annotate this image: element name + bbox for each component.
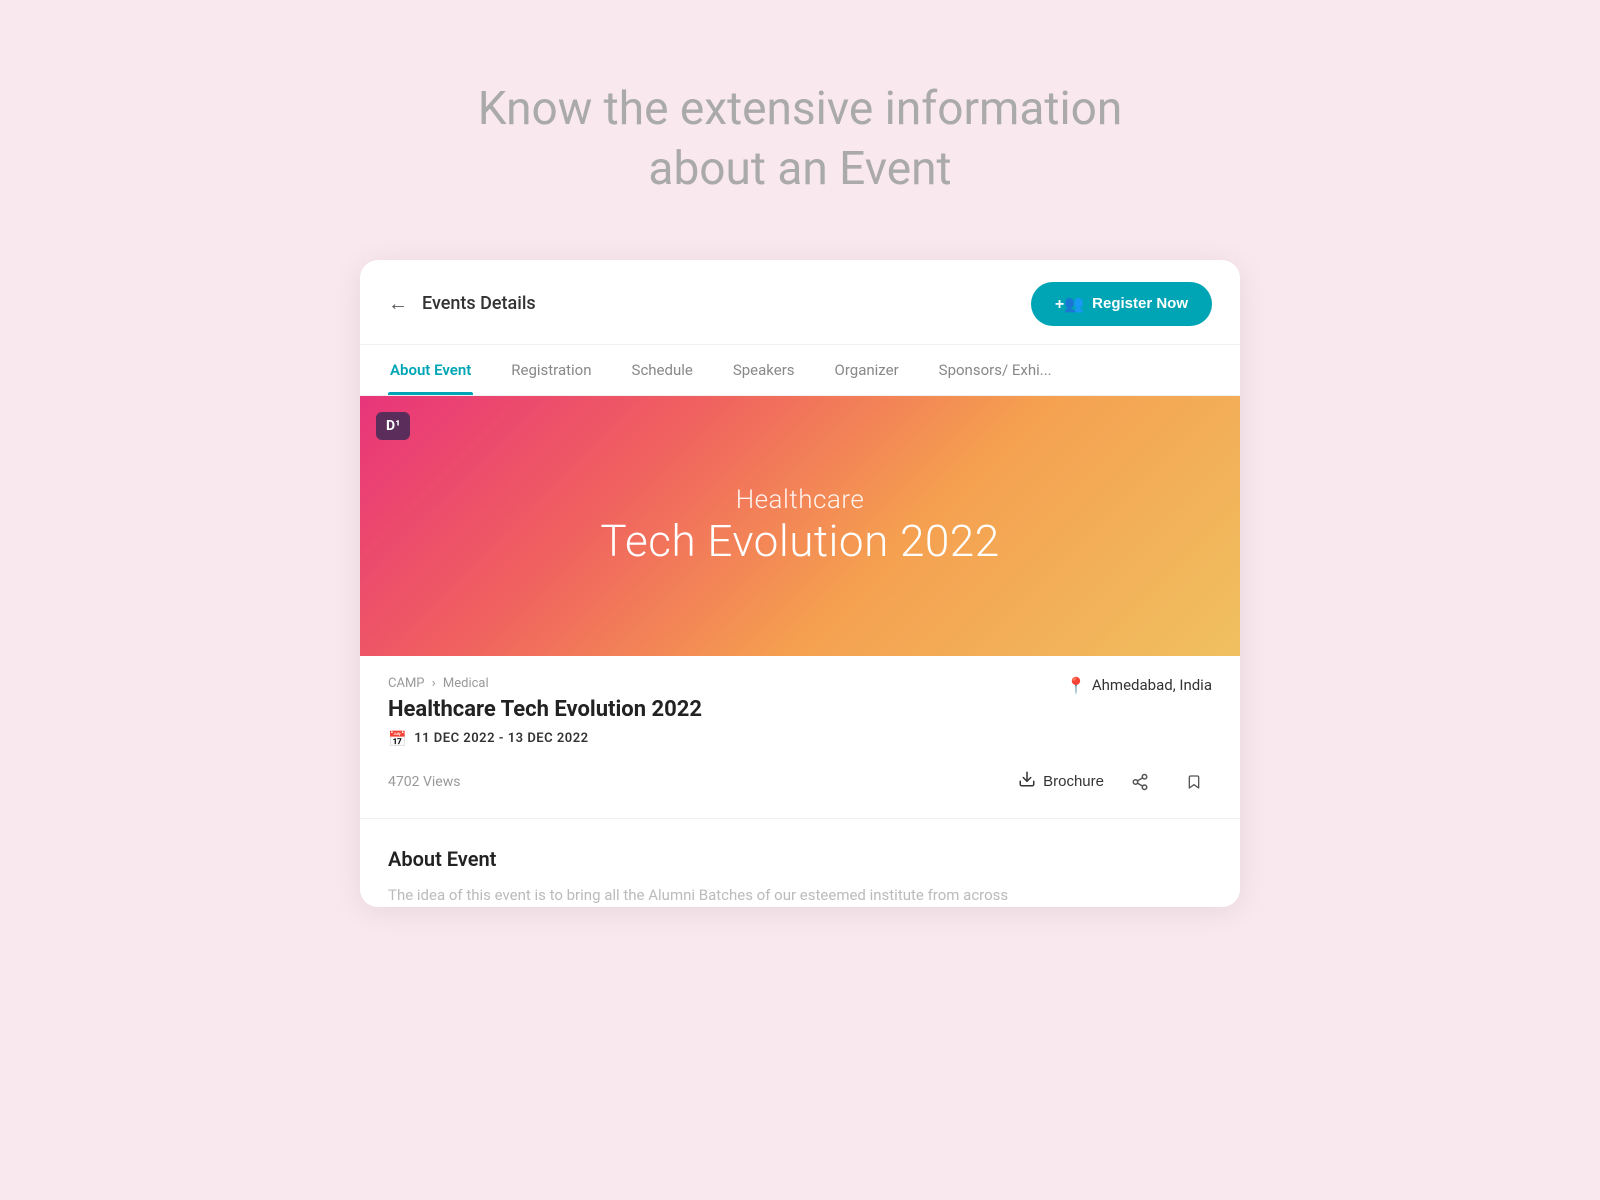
share-icon <box>1131 773 1149 791</box>
banner-subtitle: Healthcare <box>736 485 865 515</box>
tab-organizer[interactable]: Organizer <box>833 345 901 395</box>
event-info: CAMP › Medical Healthcare Tech Evolution… <box>360 656 1240 819</box>
action-buttons: Brochure <box>1018 764 1212 800</box>
heading-line1: Know the extensive information <box>478 82 1123 136</box>
event-breadcrumb: CAMP › Medical <box>388 676 702 691</box>
event-location: 📍 Ahmedabad, India <box>1066 676 1212 695</box>
event-details-card: ← Events Details +👥 Register Now About E… <box>360 260 1240 907</box>
register-btn-label: Register Now <box>1092 295 1188 312</box>
page-heading: Know the extensive information about an … <box>478 80 1123 200</box>
header-left: ← Events Details <box>388 291 536 316</box>
page-title: Events Details <box>422 293 536 314</box>
register-now-button[interactable]: +👥 Register Now <box>1031 282 1212 326</box>
tab-speakers[interactable]: Speakers <box>731 345 797 395</box>
location-text: Ahmedabad, India <box>1092 676 1212 694</box>
share-button[interactable] <box>1122 764 1158 800</box>
event-meta-left: CAMP › Medical Healthcare Tech Evolution… <box>388 676 702 748</box>
banner-title: Tech Evolution 2022 <box>600 515 999 567</box>
banner-logo: D¹ <box>376 412 410 440</box>
event-info-bottom: 4702 Views Brochure <box>388 764 1212 800</box>
tab-about-event[interactable]: About Event <box>388 345 473 395</box>
card-header: ← Events Details +👥 Register Now <box>360 260 1240 345</box>
back-button[interactable]: ← <box>388 291 408 316</box>
register-icon: +👥 <box>1055 294 1084 314</box>
views-count: 4702 Views <box>388 774 460 790</box>
bookmark-icon <box>1186 772 1202 792</box>
breadcrumb-separator: › <box>432 676 436 691</box>
breadcrumb-sub: Medical <box>443 676 489 691</box>
event-banner: D¹ Healthcare Tech Evolution 2022 <box>360 396 1240 656</box>
brochure-button[interactable]: Brochure <box>1018 770 1104 793</box>
breadcrumb-category: CAMP <box>388 676 425 691</box>
tabs-bar: About Event Registration Schedule Speake… <box>360 345 1240 396</box>
calendar-icon: 📅 <box>388 730 407 748</box>
heading-line2: about an Event <box>648 142 951 196</box>
event-date: 📅 11 DEC 2022 - 13 DEC 2022 <box>388 730 702 748</box>
about-event-text: The idea of this event is to bring all t… <box>388 883 1212 907</box>
brochure-label: Brochure <box>1043 773 1104 790</box>
event-info-top: CAMP › Medical Healthcare Tech Evolution… <box>388 676 1212 748</box>
location-pin-icon: 📍 <box>1066 676 1086 695</box>
event-name: Healthcare Tech Evolution 2022 <box>388 697 702 722</box>
download-icon <box>1018 770 1036 793</box>
about-event-title: About Event <box>388 847 1212 871</box>
tab-sponsors[interactable]: Sponsors/ Exhi... <box>937 345 1054 395</box>
bookmark-button[interactable] <box>1176 764 1212 800</box>
tab-schedule[interactable]: Schedule <box>630 345 695 395</box>
tab-registration[interactable]: Registration <box>509 345 593 395</box>
about-section: About Event The idea of this event is to… <box>360 819 1240 907</box>
event-date-text: 11 DEC 2022 - 13 DEC 2022 <box>414 731 588 746</box>
